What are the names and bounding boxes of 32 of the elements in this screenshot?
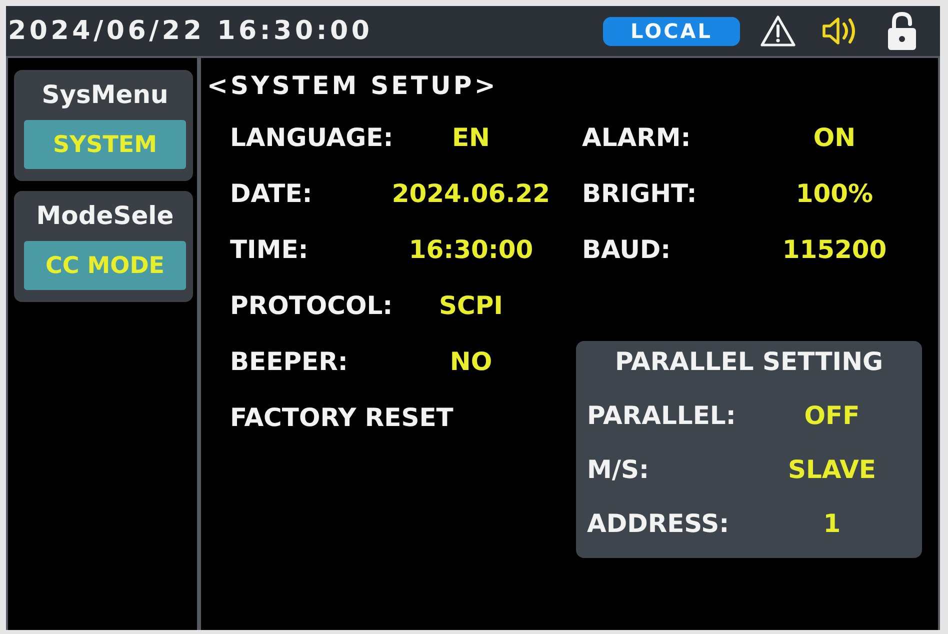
mode-badge: LOCAL	[603, 16, 740, 46]
panel-title: PARALLEL SETTING	[614, 346, 884, 378]
padlock-icon	[886, 12, 918, 50]
menu-title: ModeSele	[35, 200, 175, 232]
setting-value[interactable]: 1	[772, 508, 892, 540]
setting-label: BAUD:	[582, 234, 672, 266]
setting-label: BRIGHT:	[582, 178, 698, 210]
setting-value[interactable]: 2024.06.22	[392, 178, 546, 210]
setting-value[interactable]: SCPI	[396, 290, 546, 322]
speaker-icon	[822, 17, 858, 45]
setting-value[interactable]: 16:30:00	[396, 234, 546, 266]
menu-option[interactable]: FACTORY RESET	[230, 402, 454, 434]
setting-label: DATE:	[230, 178, 314, 210]
setting-label: PARALLEL:	[587, 400, 737, 432]
setting-label: LANGUAGE:	[230, 122, 394, 154]
date-time-text: 2024/06/22 16:30:00	[8, 15, 373, 47]
setting-value[interactable]: EN	[396, 122, 546, 154]
setting-value[interactable]: NO	[396, 346, 546, 378]
setting-label: BEEPER:	[230, 346, 349, 378]
setting-label: TIME:	[230, 234, 310, 266]
menu-title: SysMenu	[40, 79, 170, 111]
setting-value[interactable]: 115200	[772, 234, 897, 266]
setting-value[interactable]: ON	[772, 122, 897, 154]
setting-label: ADDRESS:	[587, 508, 730, 540]
setting-value[interactable]: 100%	[772, 178, 897, 210]
setting-label: M/S:	[587, 454, 650, 486]
warning-icon	[760, 15, 796, 47]
setting-value[interactable]: OFF	[772, 400, 892, 432]
setting-label: PROTOCOL:	[230, 290, 394, 322]
setting-label: ALARM:	[582, 122, 692, 154]
setting-value[interactable]: SLAVE	[772, 454, 892, 486]
section-title: <SYSTEM SETUP>	[207, 70, 499, 102]
